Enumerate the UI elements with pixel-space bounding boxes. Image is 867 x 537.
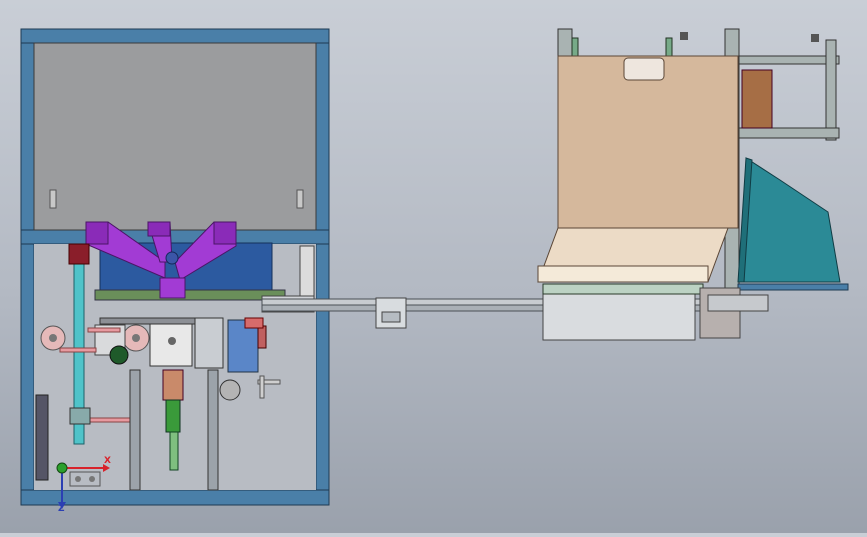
frame-bottom-rail xyxy=(20,489,330,506)
idler-wheel xyxy=(219,379,241,401)
triad-y-axis xyxy=(56,462,68,474)
frame-middle-rail xyxy=(20,229,330,245)
frame-right-post xyxy=(315,28,330,506)
rod-1 xyxy=(87,327,121,333)
motor-green xyxy=(109,345,129,365)
side-door-slot xyxy=(35,394,49,481)
slide-block xyxy=(194,317,224,369)
panel-handle-slot xyxy=(623,57,665,81)
column-right xyxy=(207,369,219,491)
panel-handle-right xyxy=(296,189,304,209)
rod-3 xyxy=(87,417,137,423)
teal-chute xyxy=(743,157,841,283)
drum-base-plate xyxy=(94,289,286,301)
brown-block xyxy=(741,69,773,129)
left-cabinet[interactable] xyxy=(20,28,330,506)
base-box xyxy=(542,291,696,341)
triad-x-label: X xyxy=(104,456,111,466)
tan-panel xyxy=(557,55,739,229)
frame-top-rail xyxy=(20,28,330,44)
panel-handle-left xyxy=(49,189,57,209)
cad-viewport[interactable]: X Z xyxy=(0,0,867,533)
rod-2 xyxy=(59,347,97,353)
right-feeder[interactable] xyxy=(537,28,849,341)
cad-model-drawing[interactable] xyxy=(0,0,867,533)
shaft-top-bracket xyxy=(68,243,90,265)
column-left xyxy=(129,369,141,491)
extension-post xyxy=(825,39,837,141)
upper-access-panel xyxy=(33,42,317,231)
frame-left-post xyxy=(20,28,35,506)
triad-z-label: Z xyxy=(58,504,65,514)
